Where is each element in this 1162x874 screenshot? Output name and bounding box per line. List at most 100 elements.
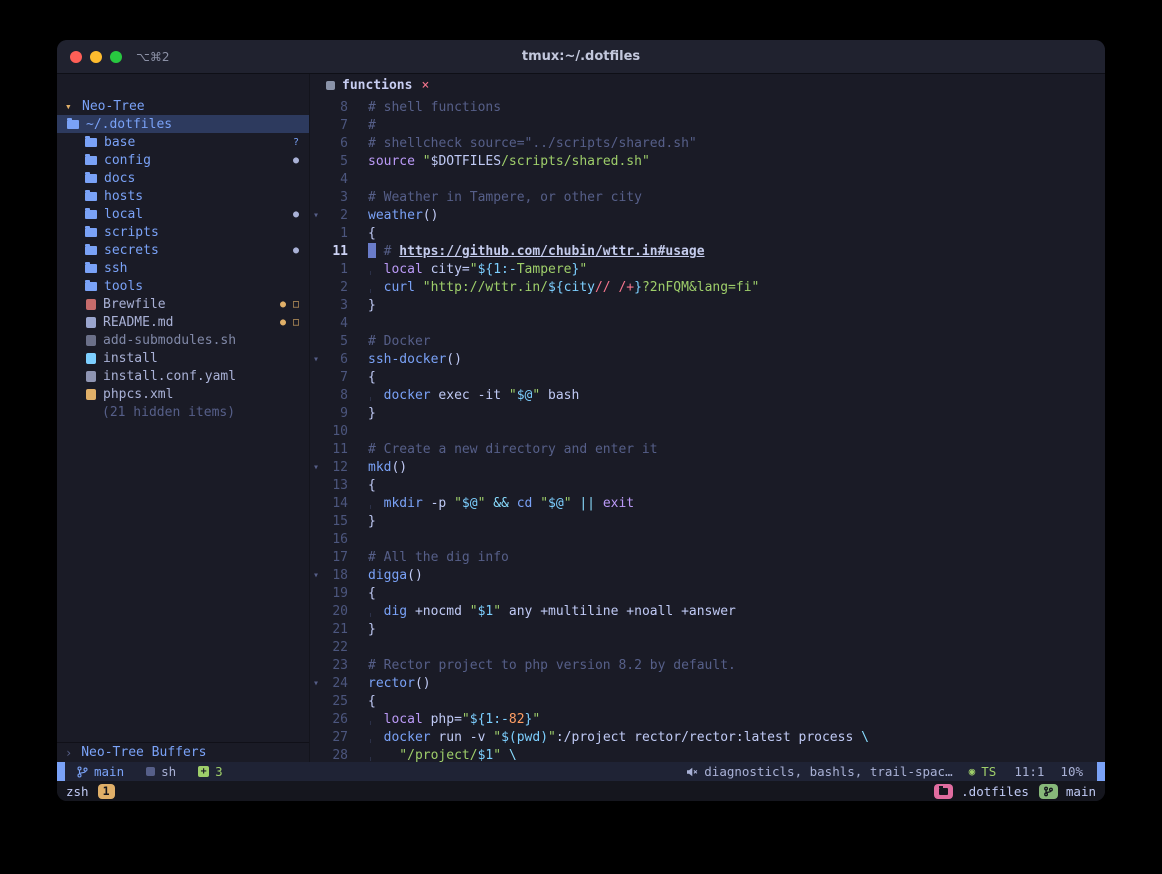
code-line[interactable]: 5# Docker	[310, 333, 1105, 351]
code-line[interactable]: 3}	[310, 297, 1105, 315]
line-text	[348, 639, 368, 657]
line-text: # https://github.com/chubin/wttr.in#usag…	[348, 243, 705, 261]
desktop: ⌥⌘2 tmux:~/.dotfiles ▾Neo-Tree~/.dotfile…	[0, 0, 1162, 874]
code-line[interactable]: 16	[310, 531, 1105, 549]
fold-chevron-icon[interactable]: ▾	[310, 567, 322, 585]
code-line[interactable]: 20 dig +nocmd "$1" any +multiline +noall…	[310, 603, 1105, 621]
tab-functions[interactable]: functions ×	[318, 74, 437, 97]
code-line[interactable]: 9}	[310, 405, 1105, 423]
code-line[interactable]: ▾18digga()	[310, 567, 1105, 585]
git-status-badges: ●□	[280, 317, 299, 328]
fold-chevron-icon[interactable]: ▾	[310, 207, 322, 225]
fold-chevron-icon[interactable]: ▾	[310, 351, 322, 369]
code-line[interactable]: 2 curl "http://wttr.in/${city// /+}?2nFQ…	[310, 279, 1105, 297]
code-line[interactable]: 4	[310, 171, 1105, 189]
code-line[interactable]: 13{	[310, 477, 1105, 495]
fold-gutter	[310, 585, 322, 603]
neotree-buffers-section[interactable]: › Neo-Tree Buffers	[57, 742, 309, 762]
line-text: {	[348, 369, 376, 387]
tree-item-brewfile[interactable]: Brewfile●□	[57, 295, 309, 313]
tree-item-install[interactable]: install	[57, 349, 309, 367]
text-cursor	[368, 243, 376, 258]
code-line[interactable]: 6# shellcheck source="../scripts/shared.…	[310, 135, 1105, 153]
code-line[interactable]: 17# All the dig info	[310, 549, 1105, 567]
code-line[interactable]: 23# Rector project to php version 8.2 by…	[310, 657, 1105, 675]
tmux-window-index-badge[interactable]: 1	[98, 784, 115, 799]
shell-script-icon	[86, 335, 96, 346]
tree-item-label: config	[104, 153, 151, 168]
tree-item-hosts[interactable]: hosts	[57, 187, 309, 205]
code-line[interactable]: ▾24rector()	[310, 675, 1105, 693]
fold-gutter	[310, 747, 322, 762]
line-number: 1	[322, 225, 348, 243]
tmux-status-bar: zsh 1 .dotfiles main	[57, 781, 1105, 801]
tree-item-ssh[interactable]: ssh	[57, 259, 309, 277]
tree-item-scripts[interactable]: scripts	[57, 223, 309, 241]
neotree-file-list[interactable]: ▾Neo-Tree~/.dotfilesbase? config ● docshost…	[57, 97, 309, 742]
minimize-window-button[interactable]	[90, 51, 102, 63]
code-line[interactable]: 26 local php="${1:-82}"	[310, 711, 1105, 729]
tab-close-icon[interactable]: ×	[421, 78, 429, 93]
code-line[interactable]: 4	[310, 315, 1105, 333]
chevron-down-icon[interactable]: ▾	[65, 100, 75, 113]
code-line[interactable]: 27 docker run -v "$(pwd)":/project recto…	[310, 729, 1105, 747]
code-line[interactable]: 21}	[310, 621, 1105, 639]
tree-item-docs[interactable]: docs	[57, 169, 309, 187]
close-window-button[interactable]	[70, 51, 82, 63]
folder-badge	[934, 784, 953, 799]
code-line[interactable]: 11 # https://github.com/chubin/wttr.in#u…	[310, 243, 1105, 261]
code-line[interactable]: 8# shell functions	[310, 99, 1105, 117]
fold-chevron-icon[interactable]: ▾	[310, 459, 322, 477]
code-line[interactable]: 5source "$DOTFILES/scripts/shared.sh"	[310, 153, 1105, 171]
code-line[interactable]: ▾12mkd()	[310, 459, 1105, 477]
code-line[interactable]: 15}	[310, 513, 1105, 531]
code-line[interactable]: 7{	[310, 369, 1105, 387]
tree-item-tools[interactable]: tools	[57, 277, 309, 295]
code-lines[interactable]: 8# shell functions7#6# shellcheck source…	[310, 97, 1105, 762]
line-text	[348, 171, 368, 189]
code-line[interactable]: ▾6ssh-docker()	[310, 351, 1105, 369]
tree-item-add-submodules-sh[interactable]: add-submodules.sh	[57, 331, 309, 349]
fold-gutter	[310, 405, 322, 423]
tree-item-base[interactable]: base?	[57, 133, 309, 151]
code-line[interactable]: 14 mkdir -p "$@" && cd "$@" || exit	[310, 495, 1105, 513]
fold-gutter	[310, 387, 322, 405]
git-status-icon: ●	[280, 299, 286, 310]
git-status-badges: ●	[293, 155, 299, 166]
code-line[interactable]: 7#	[310, 117, 1105, 135]
zoom-window-button[interactable]	[110, 51, 122, 63]
folder-icon	[85, 282, 97, 291]
tree-item-phpcs-xml[interactable]: phpcs.xml	[57, 385, 309, 403]
tree-item-label: scripts	[104, 225, 159, 240]
code-line[interactable]: 28 "/project/$1" \	[310, 747, 1105, 762]
code-line[interactable]: 10	[310, 423, 1105, 441]
line-number: 20	[322, 603, 348, 621]
folder-icon	[85, 264, 97, 273]
code-line[interactable]: 8 docker exec -it "$@" bash	[310, 387, 1105, 405]
tree-item-label: install	[103, 351, 158, 366]
folder-icon	[85, 156, 97, 165]
titlebar[interactable]: ⌥⌘2 tmux:~/.dotfiles	[57, 40, 1105, 74]
tree-item-local[interactable]: local●	[57, 205, 309, 223]
code-line[interactable]: 19{	[310, 585, 1105, 603]
line-number: 16	[322, 531, 348, 549]
fold-chevron-icon[interactable]: ▾	[310, 675, 322, 693]
tree-item-readme-md[interactable]: README.md●□	[57, 313, 309, 331]
code-line[interactable]: 22	[310, 639, 1105, 657]
tmux-branch-label: main	[1066, 784, 1096, 799]
tree-item-secrets[interactable]: secrets●	[57, 241, 309, 259]
code-line[interactable]: 1{	[310, 225, 1105, 243]
code-line[interactable]: 25{	[310, 693, 1105, 711]
tree-item-install-conf-yaml[interactable]: install.conf.yaml	[57, 367, 309, 385]
filetype-segment: sh	[146, 764, 176, 779]
line-text: mkdir -p "$@" && cd "$@" || exit	[348, 495, 634, 513]
code-line[interactable]: ▾2weather()	[310, 207, 1105, 225]
neotree-title[interactable]: ▾Neo-Tree	[57, 97, 309, 115]
main-area: ▾Neo-Tree~/.dotfilesbase? config ● docshost…	[57, 74, 1105, 762]
tree-item--dotfiles[interactable]: ~/.dotfiles	[57, 115, 309, 133]
code-line[interactable]: 11# Create a new directory and enter it	[310, 441, 1105, 459]
treesitter-icon: ◉	[969, 765, 976, 778]
tree-item-config[interactable]: config ●	[57, 151, 309, 169]
code-line[interactable]: 1 local city="${1:-Tampere}"	[310, 261, 1105, 279]
code-line[interactable]: 3# Weather in Tampere, or other city	[310, 189, 1105, 207]
